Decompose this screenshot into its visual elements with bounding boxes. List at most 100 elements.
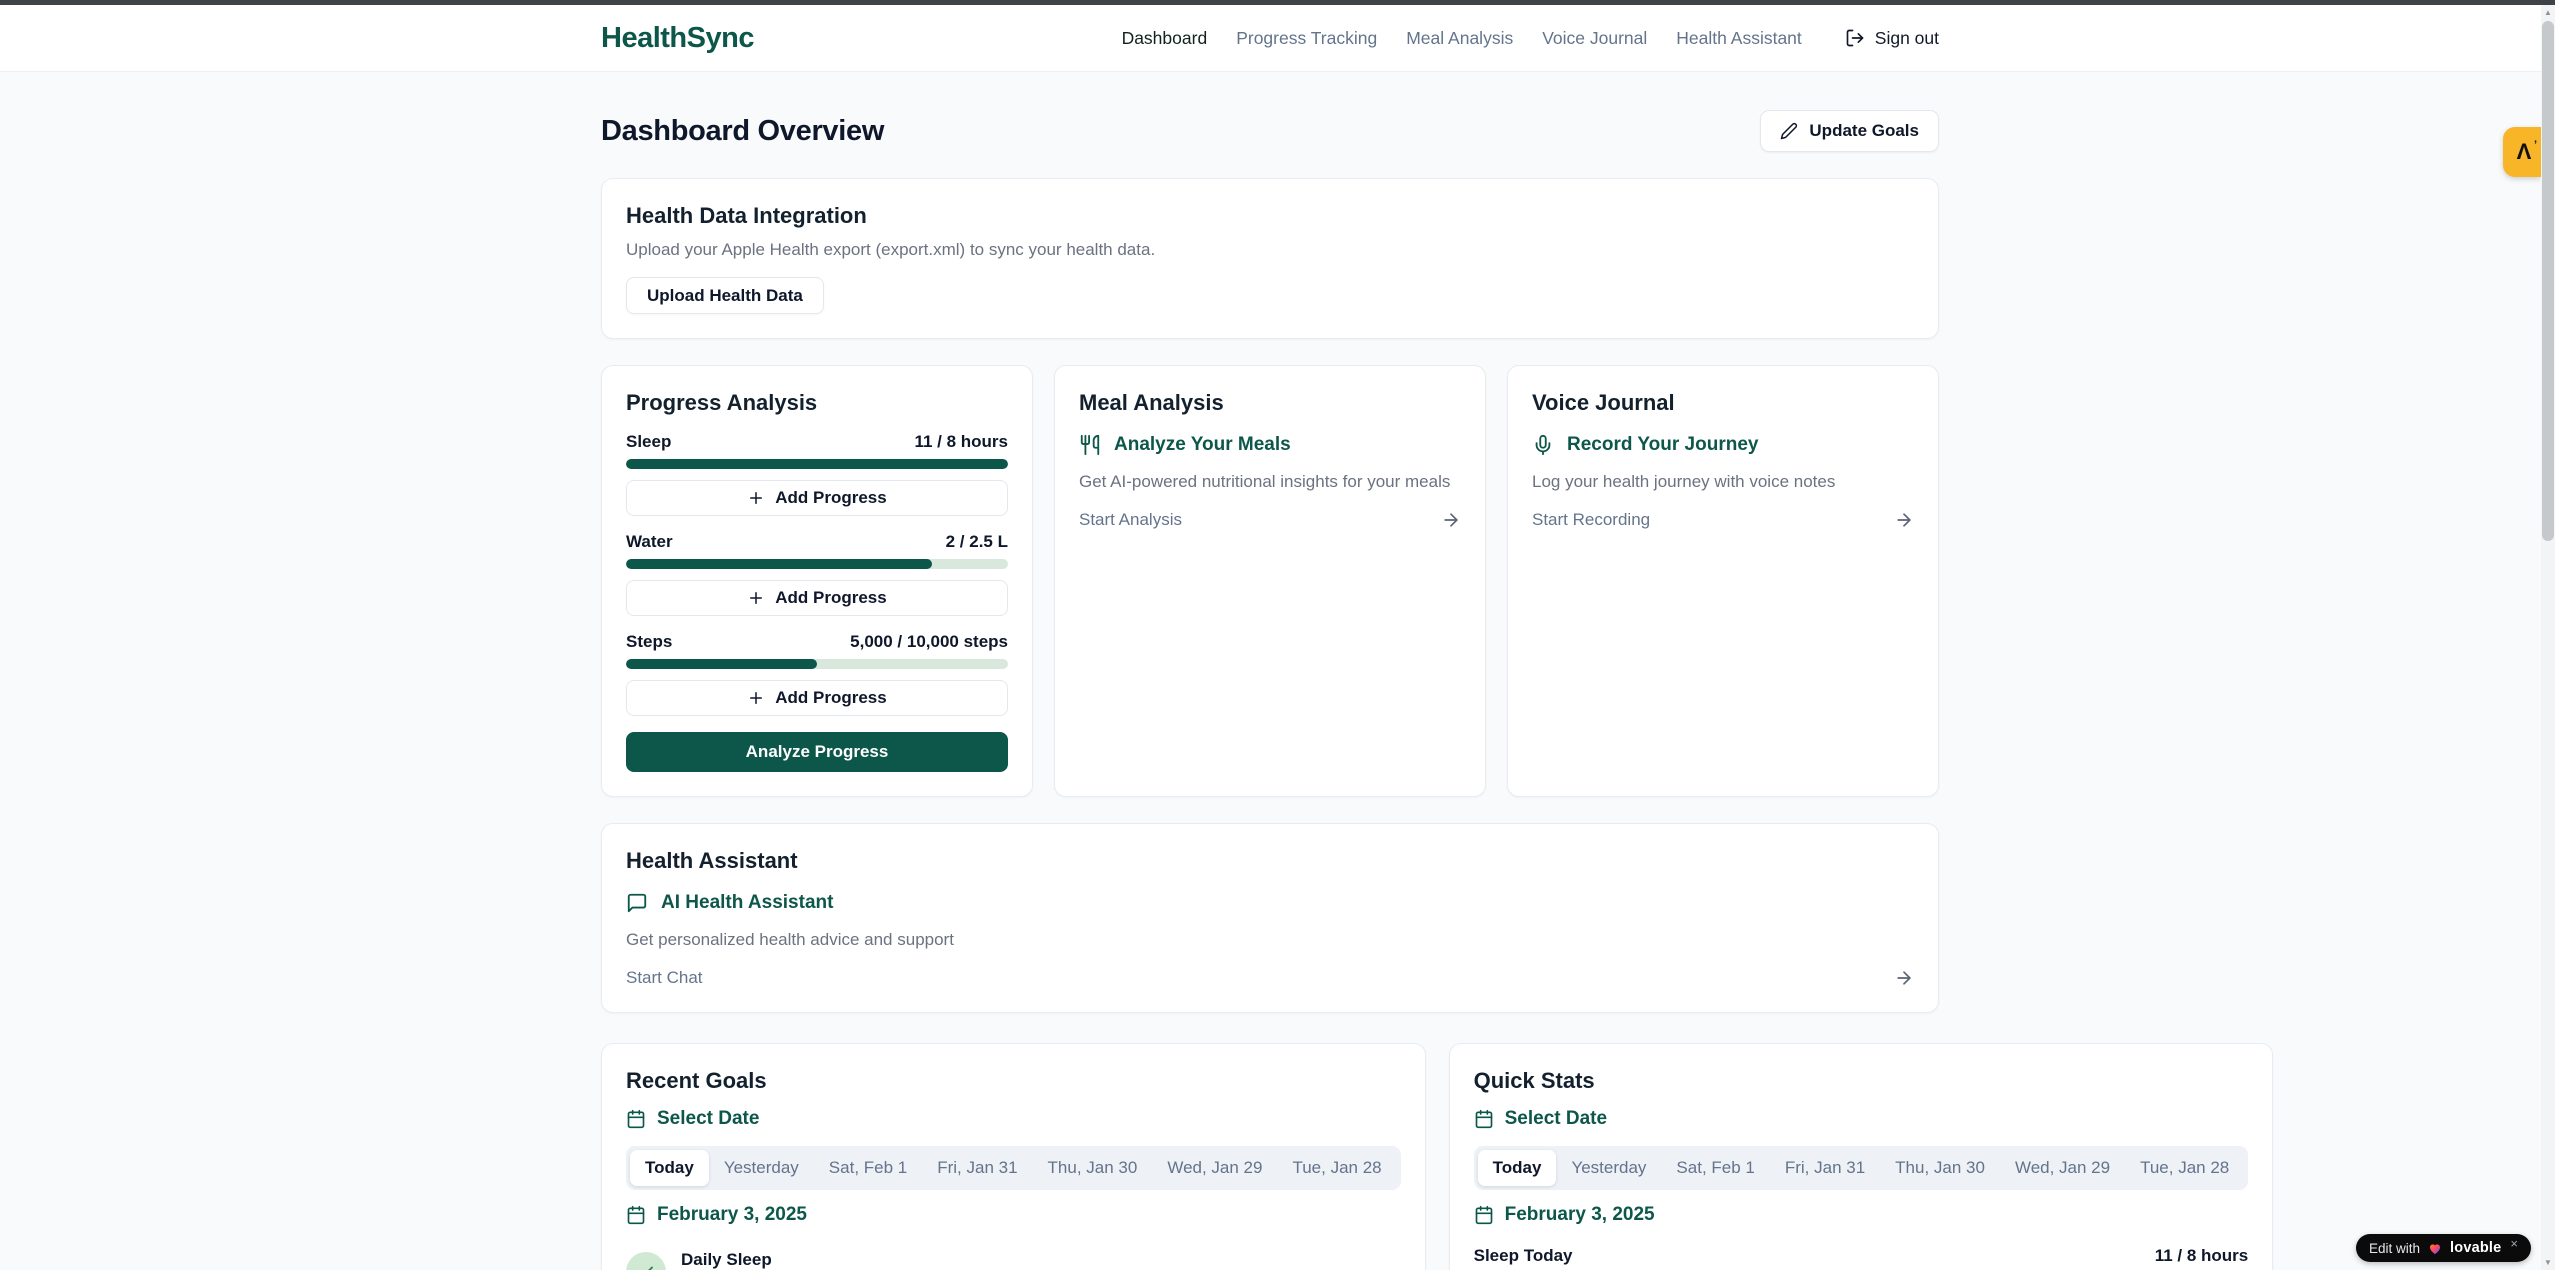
tab-today[interactable]: Today	[630, 1150, 709, 1186]
tab-fri-jan-31[interactable]: Fri, Jan 31	[922, 1150, 1032, 1186]
arrow-right-icon	[1441, 510, 1461, 530]
calendar-icon	[626, 1109, 646, 1129]
goal-value: 5,000 / 10,000 steps	[850, 632, 1008, 652]
tab-wed-jan-29[interactable]: Wed, Jan 29	[2000, 1150, 2125, 1186]
add-progress-sleep-button[interactable]: Add Progress	[626, 480, 1008, 516]
tab-wed-jan-29[interactable]: Wed, Jan 29	[1152, 1150, 1277, 1186]
arrow-right-icon	[1894, 968, 1914, 988]
meal-analysis-card: Meal Analysis Analyze Your Meals Get AI-…	[1054, 365, 1486, 797]
start-recording-action[interactable]: Start Recording	[1532, 510, 1914, 530]
quick-stats-date-tabs: Today Yesterday Sat, Feb 1 Fri, Jan 31 T…	[1474, 1146, 2249, 1190]
progress-analysis-card: Progress Analysis Sleep 11 / 8 hours Add…	[601, 365, 1033, 797]
tab-thu-jan-30[interactable]: Thu, Jan 30	[1880, 1150, 2000, 1186]
scrollbar-down-arrow[interactable]: ▼	[2541, 1255, 2555, 1270]
integration-title: Health Data Integration	[626, 203, 1914, 229]
lovable-heart-icon	[2427, 1241, 2443, 1256]
tab-today[interactable]: Today	[1478, 1150, 1557, 1186]
progress-analysis-title: Progress Analysis	[626, 390, 1008, 416]
health-assistant-title: Health Assistant	[626, 848, 1914, 874]
mic-icon	[1532, 434, 1554, 456]
page-scrollbar[interactable]: ▲ ▼	[2541, 5, 2555, 1270]
goal-steps: Steps 5,000 / 10,000 steps Add Progress	[626, 632, 1008, 716]
start-chat-action[interactable]: Start Chat	[626, 968, 1914, 988]
tab-yesterday[interactable]: Yesterday	[709, 1150, 814, 1186]
check-circle	[626, 1252, 666, 1270]
start-analysis-action[interactable]: Start Analysis	[1079, 510, 1461, 530]
update-goals-button[interactable]: Update Goals	[1760, 110, 1939, 152]
plus-icon	[747, 689, 765, 707]
tab-fri-jan-31[interactable]: Fri, Jan 31	[1770, 1150, 1880, 1186]
steps-progress-bar	[626, 659, 1008, 669]
recent-goals-card: Recent Goals Select Date Today Yesterday…	[601, 1043, 1426, 1270]
arrow-right-icon	[1894, 510, 1914, 530]
edit-with-lovable-badge[interactable]: Edit with lovable ×	[2356, 1234, 2531, 1262]
feature-description: Get AI-powered nutritional insights for …	[1079, 472, 1461, 492]
feature-link-label: Record Your Journey	[1567, 434, 1758, 456]
meal-analysis-title: Meal Analysis	[1079, 390, 1461, 416]
nav-dashboard[interactable]: Dashboard	[1122, 28, 1208, 49]
main-nav: Dashboard Progress Tracking Meal Analysi…	[1122, 28, 1939, 49]
nav-progress-tracking[interactable]: Progress Tracking	[1236, 28, 1377, 49]
nav-voice-journal[interactable]: Voice Journal	[1542, 28, 1647, 49]
check-icon	[637, 1263, 655, 1270]
ai-health-assistant-link[interactable]: AI Health Assistant	[626, 892, 1914, 914]
assistant-description: Get personalized health advice and suppo…	[626, 930, 1914, 950]
quick-stats-card: Quick Stats Select Date Today Yesterday …	[1449, 1043, 2274, 1270]
record-your-journey-link[interactable]: Record Your Journey	[1532, 434, 1914, 456]
goal-value: 11 / 8 hours	[914, 432, 1008, 452]
tab-thu-jan-30[interactable]: Thu, Jan 30	[1033, 1150, 1153, 1186]
add-progress-steps-button[interactable]: Add Progress	[626, 680, 1008, 716]
quick-stats-current-date[interactable]: February 3, 2025	[1474, 1204, 2249, 1226]
goal-label: Water	[626, 532, 673, 552]
goal-label: Steps	[626, 632, 672, 652]
goal-list-item: Daily Sleep 11 / 8 hours	[626, 1250, 1401, 1270]
integration-description: Upload your Apple Health export (export.…	[626, 240, 1914, 260]
lovable-lambda-icon: Λ	[2517, 139, 2532, 165]
recent-goals-current-date[interactable]: February 3, 2025	[626, 1204, 1401, 1226]
water-progress-bar	[626, 559, 1008, 569]
add-progress-water-button[interactable]: Add Progress	[626, 580, 1008, 616]
analyze-progress-button[interactable]: Analyze Progress	[626, 732, 1008, 772]
page-title: Dashboard Overview	[601, 115, 884, 148]
badge-close-icon[interactable]: ×	[2510, 1236, 2518, 1251]
calendar-icon	[1474, 1109, 1494, 1129]
quick-stats-select-date[interactable]: Select Date	[1474, 1108, 2249, 1130]
tab-sat-feb-1[interactable]: Sat, Feb 1	[1661, 1150, 1769, 1186]
plus-icon	[747, 589, 765, 607]
goal-item-name: Daily Sleep	[681, 1250, 772, 1270]
signout-label: Sign out	[1875, 28, 1939, 49]
app-logo[interactable]: HealthSync	[601, 22, 754, 55]
nav-health-assistant[interactable]: Health Assistant	[1676, 28, 1801, 49]
scrollbar-up-arrow[interactable]: ▲	[2541, 5, 2555, 20]
feature-description: Log your health journey with voice notes	[1532, 472, 1914, 492]
analyze-your-meals-link[interactable]: Analyze Your Meals	[1079, 434, 1461, 456]
tab-tue-jan-28[interactable]: Tue, Jan 28	[1277, 1150, 1396, 1186]
tab-yesterday[interactable]: Yesterday	[1556, 1150, 1661, 1186]
pencil-icon	[1780, 122, 1798, 140]
recent-goals-date-tabs: Today Yesterday Sat, Feb 1 Fri, Jan 31 T…	[626, 1146, 1401, 1190]
tab-sat-feb-1[interactable]: Sat, Feb 1	[814, 1150, 922, 1186]
plus-icon	[747, 489, 765, 507]
calendar-icon	[1474, 1205, 1494, 1225]
lovable-brand-label: lovable	[2450, 1240, 2501, 1256]
health-data-integration-card: Health Data Integration Upload your Appl…	[601, 178, 1939, 339]
update-goals-label: Update Goals	[1809, 121, 1919, 141]
calendar-icon	[626, 1205, 646, 1225]
goal-label: Sleep	[626, 432, 671, 452]
tab-tue-jan-28[interactable]: Tue, Jan 28	[2125, 1150, 2244, 1186]
recent-goals-select-date[interactable]: Select Date	[626, 1108, 1401, 1130]
nav-meal-analysis[interactable]: Meal Analysis	[1406, 28, 1513, 49]
scrollbar-thumb[interactable]	[2542, 21, 2554, 541]
voice-journal-title: Voice Journal	[1532, 390, 1914, 416]
chat-bubble-icon	[626, 892, 648, 914]
lovable-edit-fab[interactable]: Λ ’	[2503, 127, 2541, 177]
health-assistant-card: Health Assistant AI Health Assistant Get…	[601, 823, 1939, 1013]
upload-health-data-button[interactable]: Upload Health Data	[626, 277, 824, 314]
dashboard-main: Dashboard Overview Update Goals Health D…	[601, 110, 1939, 1270]
voice-journal-card: Voice Journal Record Your Journey Log yo…	[1507, 365, 1939, 797]
feature-link-label: Analyze Your Meals	[1114, 434, 1291, 456]
top-navbar: HealthSync Dashboard Progress Tracking M…	[0, 5, 2555, 72]
signout-button[interactable]: Sign out	[1845, 28, 1939, 49]
stat-label: Sleep Today	[1474, 1246, 1573, 1266]
sleep-progress-bar	[626, 459, 1008, 469]
